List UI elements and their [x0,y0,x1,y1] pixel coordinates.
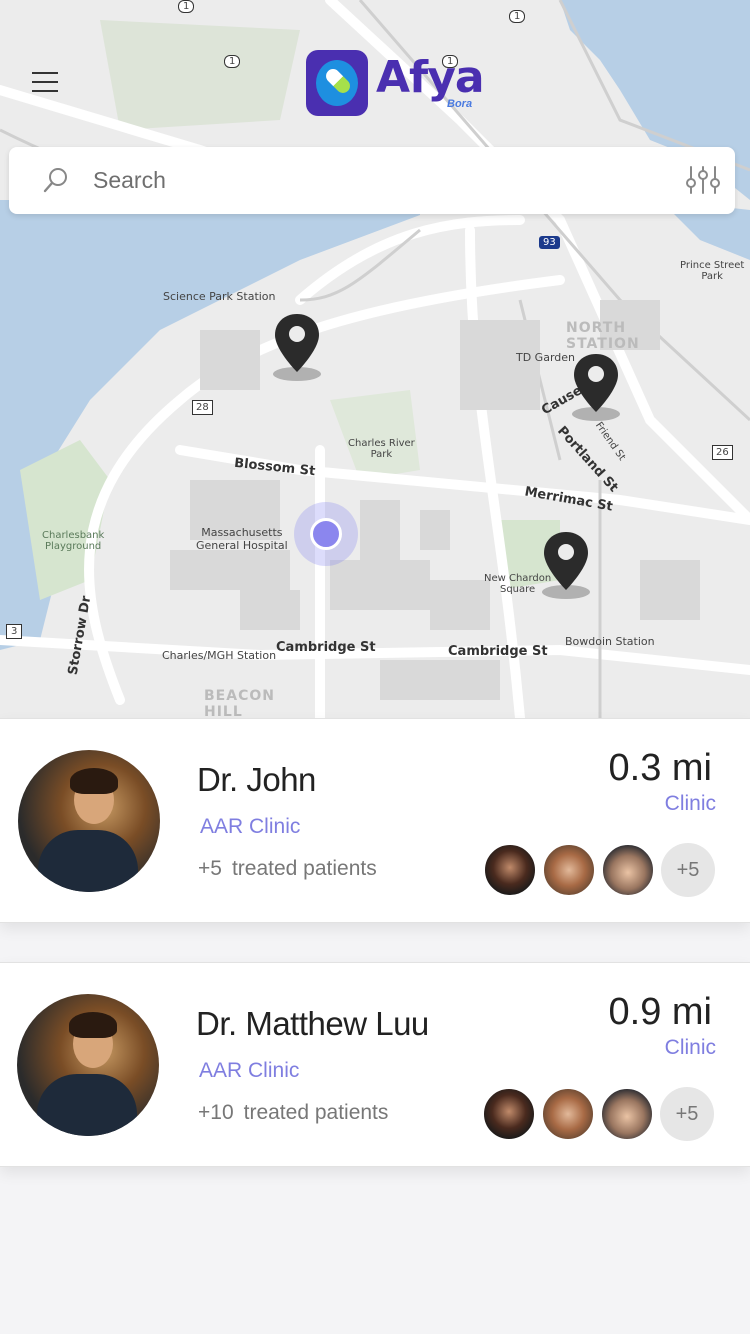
facility-type: Clinic [664,1036,716,1059]
patient-avatar [600,1087,654,1141]
doctor-avatar [18,750,160,892]
map-label-north-station: NORTH STATION [566,320,640,352]
treated-label: treated patients [243,1101,389,1124]
patient-avatar [542,843,596,897]
doctor-avatar [17,994,159,1136]
search-bar [9,147,735,214]
doctor-card[interactable]: Dr. Matthew Luu AAR Clinic +10 treated pa… [0,962,750,1167]
doctor-clinic-link[interactable]: AAR Clinic [200,815,300,839]
map-pin-1[interactable] [271,312,323,382]
doctor-distance: 0.3 mi [608,747,712,789]
logo-text: Afya [376,52,485,103]
map-label-td-garden: TD Garden [516,351,576,364]
patient-avatar [482,1087,536,1141]
map-label-cambridge-st-2: Cambridge St [448,644,548,659]
route-shield-1a: 1 [178,0,195,13]
map-label-science-park: Science Park Station [163,290,276,303]
route-shield-1d: 1 [509,10,526,23]
facility-type: Clinic [664,792,716,815]
patient-avatar [541,1087,595,1141]
more-patients-badge[interactable]: +5 [660,1087,714,1141]
current-location-dot [310,518,342,550]
search-input[interactable] [93,163,653,197]
map-label-cambridge-st-1: Cambridge St [276,640,376,655]
doctor-card[interactable]: Dr. John AAR Clinic +5 treated patients 0… [0,718,750,923]
treated-patients: +5 treated patients [198,857,377,881]
doctor-distance: 0.9 mi [608,991,712,1033]
hamburger-menu-icon[interactable] [32,72,58,92]
route-shield-1b: 1 [224,55,241,68]
treated-count: +10 [198,1101,234,1124]
doctor-name: Dr. Matthew Luu [196,1005,429,1042]
app-logo: Afya Bora [306,50,485,116]
map-label-charles-mgh: Charles/MGH Station [162,649,277,662]
doctor-clinic-link[interactable]: AAR Clinic [199,1059,299,1083]
search-icon[interactable] [43,167,69,193]
map-label-charlesbank: Charlesbank Playground [42,530,105,552]
route-shield-3: 3 [6,624,23,639]
map-view[interactable]: Science Park Station NORTH STATION TD Ga… [0,0,750,718]
map-pin-2[interactable] [570,352,622,422]
route-shield-28: 28 [192,400,213,415]
map-label-mass-general: Massachusetts General Hospital [196,526,288,552]
route-shield-93: 93 [539,236,560,249]
more-patients-badge[interactable]: +5 [661,843,715,897]
treated-count: +5 [198,857,222,880]
treated-label: treated patients [231,857,377,880]
logo-subtext: Bora [447,98,473,110]
map-pin-3[interactable] [540,530,592,600]
route-shield-26: 26 [712,445,733,460]
current-location-marker [294,502,358,566]
filter-sliders-icon[interactable] [686,165,720,195]
map-label-beacon-hill: BEACON HILL [204,688,275,718]
treated-patients: +10 treated patients [198,1101,388,1125]
doctor-name: Dr. John [197,761,316,798]
pill-logo-icon [306,50,368,116]
map-label-charles-river-park: Charles River Park [348,438,415,460]
map-label-prince-street-park: Prince Street Park [680,260,745,282]
map-label-bowdoin: Bowdoin Station [565,635,655,648]
patient-avatar [601,843,655,897]
patient-avatar [483,843,537,897]
